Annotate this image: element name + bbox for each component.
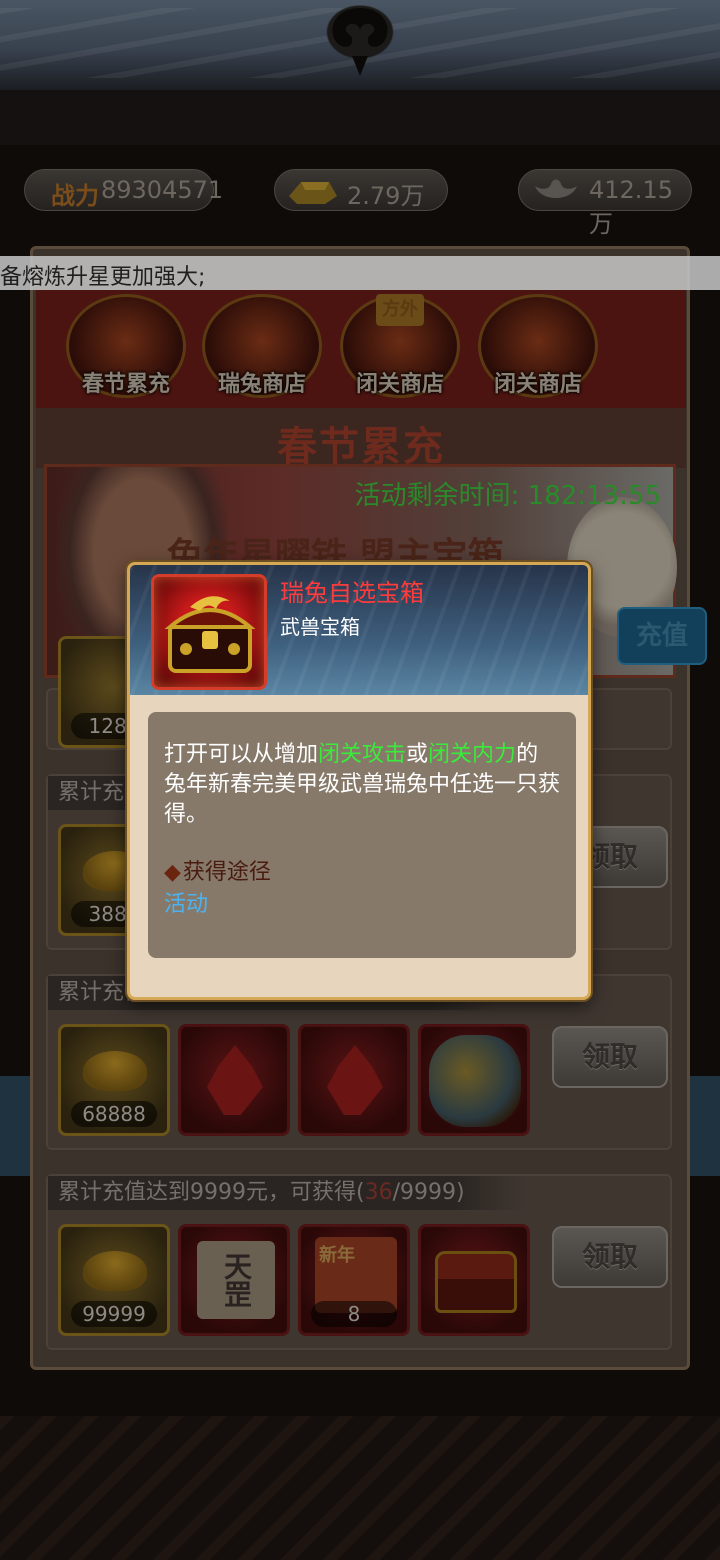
tab-label: 春节累充 (81, 372, 170, 397)
countdown-label: 活动剩余时间: (354, 481, 520, 511)
reward-item-red-crystal[interactable] (178, 1024, 290, 1136)
silver-ingot-icon (533, 176, 579, 210)
gold-currency-display[interactable]: 2.79万 (274, 169, 448, 211)
row-heading-text: 累计充值达到9999元，可获得( (58, 1180, 365, 1205)
popup-description-panel: 打开可以从增加闭关攻击或闭关内力的兔年新春完美甲级武兽瑞兔中任选一只获得。 ◆获… (148, 712, 576, 958)
gold-ingot-icon (83, 1051, 147, 1091)
side-panel-right (690, 1076, 720, 1176)
reward-item-treasure-chest[interactable] (418, 1224, 530, 1336)
gold-ingot-icon (83, 1251, 147, 1291)
popup-header: 瑞兔自选宝箱 武兽宝箱 (130, 565, 588, 695)
claim-button[interactable]: 领取 (552, 1226, 668, 1288)
tab-seclusion-shop[interactable]: 闭关商店 (472, 294, 604, 406)
roof-ornament-icon (300, 0, 420, 80)
item-tooltip-popup: 瑞兔自选宝箱 武兽宝箱 打开可以从增加闭关攻击或闭关内力的兔年新春完美甲级武兽瑞… (127, 562, 591, 1000)
silver-currency-display[interactable]: 412.15万 (518, 169, 692, 238)
countdown-value: 182:13:55 (527, 481, 661, 511)
claim-button[interactable]: 领取 (552, 1026, 668, 1088)
reward-item-gold-ingot[interactable]: 99999 (58, 1224, 170, 1336)
red-crystal-icon (327, 1045, 383, 1115)
obtain-source-heading-text: 获得途径 (182, 860, 271, 885)
tab-label: 闭关商店 (493, 372, 582, 397)
top-band (0, 90, 720, 145)
bottom-background (0, 1416, 720, 1560)
row-progress-value: 36 (364, 1180, 393, 1205)
scrolling-notice-bar: 备熔炼升星更加强大; (0, 256, 720, 290)
combat-power-display: 战力 89304571 (24, 169, 223, 211)
reward-row-heading: 累计充值达到9999元，可获得(36/9999) (48, 1176, 525, 1210)
event-tab-strip: 春节累充 瑞兔商店 方外 闭关商店 闭关商店 (36, 290, 686, 408)
reward-item-new-year-gift[interactable]: 新年 8 (298, 1224, 410, 1336)
tab-rabbit-shop[interactable]: 瑞兔商店 (196, 294, 328, 406)
notice-text: 备熔炼升星更加强大; (0, 265, 206, 290)
item-description: 打开可以从增加闭关攻击或闭关内力的兔年新春完美甲级武兽瑞兔中任选一只获得。 (164, 740, 560, 830)
tab-seclusion-shop-fangwai[interactable]: 方外 闭关商店 (334, 294, 466, 406)
scroll-icon: 天罡 (197, 1241, 275, 1319)
item-count: 99999 (71, 1301, 157, 1327)
obtain-source-heading: ◆获得途径 (164, 854, 271, 886)
tab-label: 闭关商店 (355, 372, 444, 397)
silver-amount: 412.15万 (589, 176, 673, 238)
reward-item-gold-ingot[interactable]: 68888 (58, 1024, 170, 1136)
gold-amount: 2.79万 (347, 182, 425, 210)
obtain-source-link-activity[interactable]: 活动 (164, 886, 208, 918)
item-count: 8 (311, 1301, 397, 1327)
diamond-bullet-icon: ◆ (164, 860, 181, 885)
recharge-button[interactable]: 充值 (617, 607, 707, 665)
reward-item-scroll[interactable]: 天罡 (178, 1224, 290, 1336)
popup-item-name: 瑞兔自选宝箱 (280, 579, 424, 607)
tab-spring-recharge[interactable]: 春节累充 (60, 294, 192, 406)
desc-highlight-attack: 闭关攻击 (318, 742, 407, 767)
combat-power-label: 战力 (51, 182, 99, 210)
reward-row: 累计充值达到9999元，可获得(36/9999) 99999 天罡 新年 8 领… (46, 1174, 672, 1350)
event-countdown: 活动剩余时间: 182:13:55 (355, 475, 661, 512)
popup-item-type: 武兽宝箱 (280, 615, 360, 639)
desc-text: 打开可以从增加 (164, 742, 319, 767)
event-title-bar: 春节累充 (36, 408, 686, 470)
combat-power-value: 89304571 (101, 176, 224, 204)
red-crystal-icon (207, 1045, 263, 1115)
side-panel-left (0, 1076, 30, 1176)
row-heading-suffix: /9999) (392, 1180, 465, 1205)
reward-item-red-crystal[interactable] (298, 1024, 410, 1136)
reward-row: 累计充值达到7777元，可获得(/7777) 68888 领取 (46, 974, 672, 1150)
treasure-chest-icon (435, 1251, 517, 1313)
tab-badge: 方外 (376, 294, 424, 326)
item-count: 68888 (71, 1101, 157, 1127)
desc-highlight-inner-power: 闭关内力 (428, 742, 517, 767)
reward-item-beast[interactable] (418, 1024, 530, 1136)
tab-label: 瑞兔商店 (217, 372, 306, 397)
gold-ingot-icon (285, 174, 341, 212)
treasure-chest-icon (151, 574, 267, 690)
desc-text: 或 (406, 742, 429, 767)
beast-icon (429, 1035, 521, 1127)
